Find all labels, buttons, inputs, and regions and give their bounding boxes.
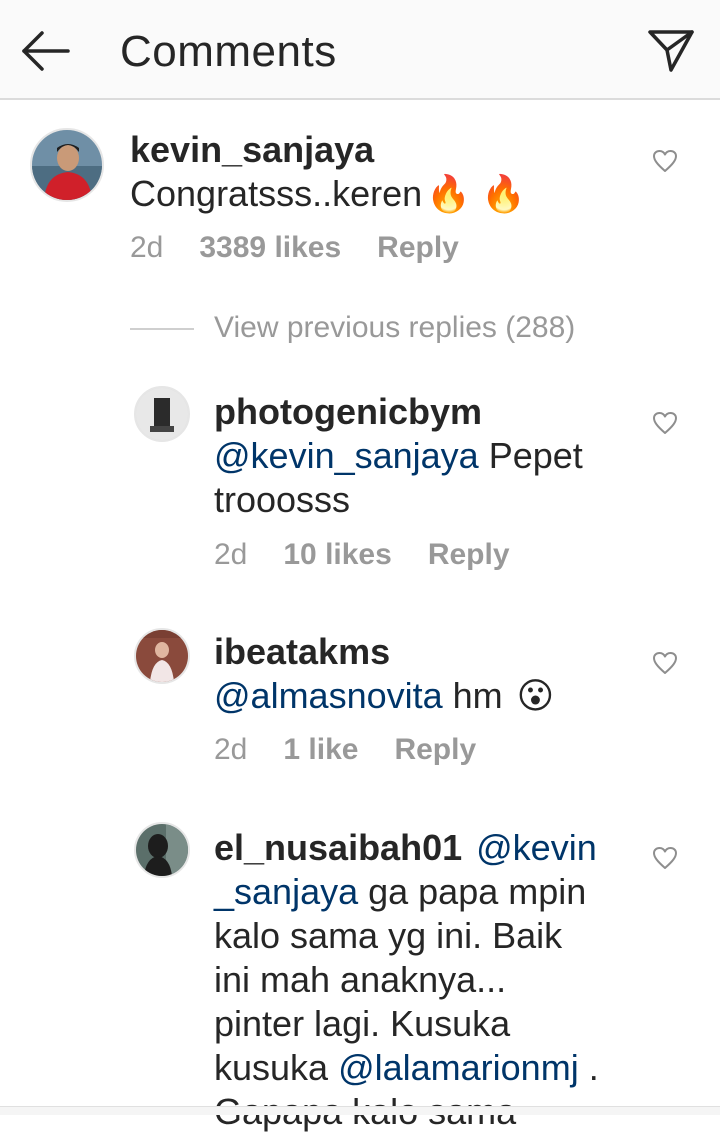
reply-text-body: Pepet: [478, 435, 583, 476]
reply-button[interactable]: Reply: [428, 538, 510, 571]
avatar-photogenicbym[interactable]: [134, 386, 190, 442]
reply-meta: 2d 10 likes Reply: [214, 537, 546, 573]
avatar-image: [136, 630, 188, 682]
reply-username[interactable]: el_nusaibah01: [214, 827, 462, 868]
reply-likes[interactable]: 1 like: [283, 733, 358, 766]
reply-button[interactable]: Reply: [394, 733, 476, 766]
reply-time: 2d: [214, 733, 248, 766]
reply-text-line: kalo sama yg ini. Baik: [214, 915, 563, 956]
heart-icon[interactable]: [652, 651, 678, 675]
page-title: Comments: [120, 27, 337, 76]
reply-username[interactable]: ibeatakms: [214, 630, 390, 674]
mention-link[interactable]: _sanjaya: [214, 871, 358, 912]
reply-text-body: ga papa mpin: [358, 871, 587, 912]
divider-line: [130, 328, 194, 331]
header-bar: Comments: [0, 0, 720, 100]
reply-text-line: kusuka @lalamarionmj .: [214, 1046, 599, 1090]
paper-plane-icon: [648, 30, 694, 72]
comment-likes[interactable]: 3389 likes: [199, 231, 341, 264]
comment-username[interactable]: kevin_sanjaya: [130, 128, 374, 172]
reply-text-body: kusuka: [214, 1047, 339, 1088]
comment-text-body: Congratsss..keren: [130, 173, 423, 214]
reply-text-line: _sanjaya ga papa mpin: [214, 870, 586, 914]
reply-text: @kevin_sanjaya Pepet: [214, 434, 583, 478]
reply-text-line: pinter lagi. Kusuka: [214, 1003, 511, 1044]
reply-username[interactable]: photogenicbym: [214, 390, 482, 434]
view-previous-label: View previous replies (288): [214, 311, 576, 344]
comment-text: Congratsss..keren 🔥 🔥: [130, 172, 526, 216]
avatar-ibeatakms[interactable]: [134, 628, 190, 684]
avatar-image: [32, 130, 102, 200]
reply-text: el_nusaibah01 @kevin: [214, 826, 597, 870]
avatar-image: [136, 824, 188, 876]
reply-text-body: hm: [442, 675, 503, 716]
reply-button[interactable]: Reply: [377, 231, 459, 264]
reply-text: @almasnovita hm 😮: [214, 674, 554, 718]
heart-icon[interactable]: [652, 149, 678, 173]
reply-meta: 2d 1 like Reply: [214, 732, 512, 768]
share-button[interactable]: [646, 26, 696, 76]
reply-likes[interactable]: 10 likes: [283, 538, 391, 571]
view-previous-replies[interactable]: View previous replies (288): [130, 306, 575, 350]
avatar-kevin[interactable]: [30, 128, 104, 202]
mention-link[interactable]: @kevin: [476, 827, 597, 868]
heart-icon[interactable]: [652, 411, 678, 435]
comment-meta: 2d 3389 likes Reply: [130, 230, 495, 266]
comment-time: 2d: [130, 231, 164, 264]
heart-icon[interactable]: [652, 846, 678, 870]
reply-text-line: trooosss: [214, 479, 351, 520]
mention-link[interactable]: @lalamarionmj: [338, 1047, 579, 1088]
surprised-emoji-icon: 😮: [516, 675, 555, 716]
reply-text-line: ini mah anaknya...: [214, 959, 507, 1000]
reply-time: 2d: [214, 538, 248, 571]
mention-link[interactable]: @almasnovita: [214, 675, 443, 716]
fire-emoji-icon: 🔥 🔥: [426, 173, 526, 214]
arrow-left-icon: [22, 31, 70, 71]
reply-text-body: .: [578, 1047, 599, 1088]
avatar-el-nusaibah01[interactable]: [134, 822, 190, 878]
back-button[interactable]: [20, 28, 72, 74]
mention-link[interactable]: @kevin_sanjaya: [214, 435, 479, 476]
avatar-image: [136, 388, 188, 440]
